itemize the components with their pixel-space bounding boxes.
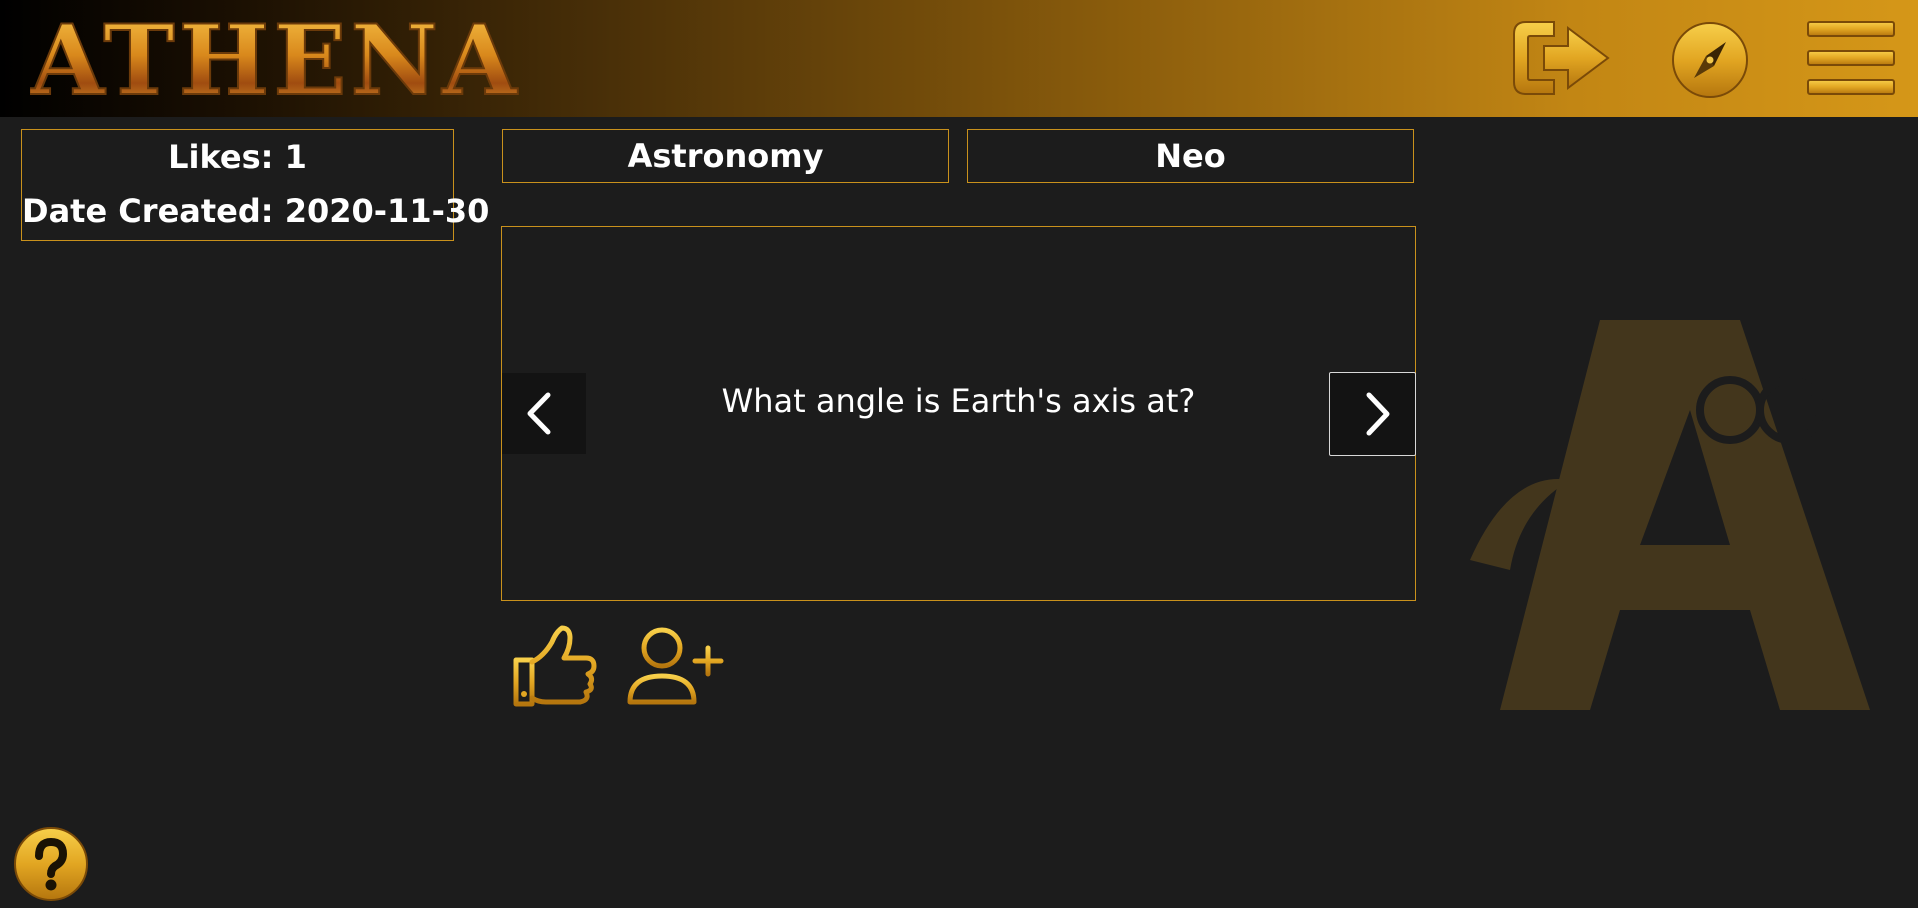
follow-author-button[interactable] [624, 622, 728, 710]
date-created: Date Created: 2020-11-30 [22, 192, 490, 230]
compass-icon [1672, 22, 1748, 98]
card-info-panel: Likes: 1 Date Created: 2020-11-30 [21, 129, 490, 241]
flashcard-question: What angle is Earth's axis at? [721, 382, 1196, 420]
thumbs-up-icon [513, 625, 597, 707]
explore-button[interactable] [1670, 14, 1750, 102]
athena-watermark [1450, 310, 1910, 750]
flashcard[interactable]: What angle is Earth's axis at? [501, 226, 1416, 601]
add-user-icon [627, 627, 724, 705]
app-header: ATHENA [0, 0, 1918, 117]
question-mark-icon [14, 827, 88, 901]
previous-card-button[interactable] [502, 373, 586, 454]
help-button[interactable] [13, 826, 89, 902]
logo-text: ATHENA [30, 6, 521, 106]
logout-icon [1513, 21, 1610, 95]
like-button[interactable] [512, 622, 598, 710]
logout-button[interactable] [1508, 14, 1614, 102]
athena-logo[interactable]: ATHENA [30, 6, 550, 106]
chevron-right-icon [1366, 392, 1390, 436]
hamburger-menu-icon [1807, 21, 1895, 95]
subject-tag[interactable]: Astronomy [502, 129, 949, 183]
next-card-button[interactable] [1329, 372, 1416, 456]
menu-button[interactable] [1806, 14, 1896, 102]
author-tag[interactable]: Neo [967, 129, 1414, 183]
chevron-left-icon [527, 392, 551, 435]
likes-count: Likes: 1 [168, 138, 307, 176]
